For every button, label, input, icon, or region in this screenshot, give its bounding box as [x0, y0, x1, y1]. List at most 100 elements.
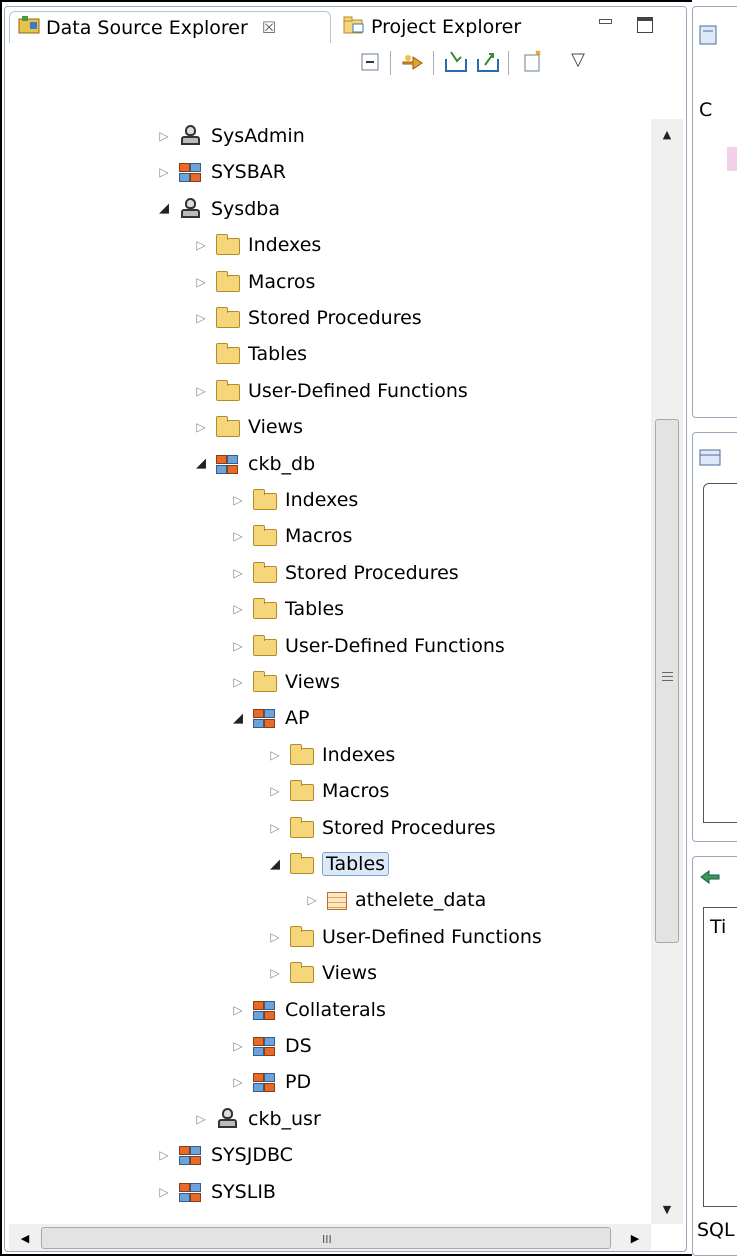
tree-item[interactable]: ▷ Indexes [192, 230, 321, 260]
tab-project-explorer[interactable]: Project Explorer [335, 11, 555, 43]
tree-item[interactable]: ▷ Stored Procedures [192, 303, 422, 333]
folder-icon [290, 853, 314, 874]
import-icon[interactable] [443, 49, 469, 75]
collapsed-arrow-icon[interactable]: ▷ [155, 1146, 173, 1164]
tree-item[interactable]: ▷ Indexes [266, 740, 395, 770]
tree-item-label: Indexes [322, 743, 396, 766]
tree-item-label: DS [285, 1035, 312, 1057]
tree-item[interactable]: ▷ Macros [229, 521, 352, 551]
user-icon [179, 197, 203, 220]
expanded-arrow-icon[interactable]: ◢ [155, 200, 173, 218]
tree-item[interactable]: ▷ SYSLIB [155, 1177, 276, 1207]
expanded-arrow-icon[interactable]: ◢ [229, 709, 247, 727]
tab-data-source-explorer[interactable]: Data Source Explorer ☒ [9, 11, 331, 43]
collapsed-arrow-icon[interactable]: ▷ [192, 309, 210, 327]
folder-icon [253, 598, 277, 620]
tree-item[interactable]: ▷ Views [266, 958, 377, 988]
collapsed-arrow-icon[interactable]: ▷ [266, 819, 284, 837]
collapsed-arrow-icon[interactable]: ▷ [266, 964, 284, 982]
collapsed-arrow-icon[interactable]: ▷ [266, 746, 284, 764]
collapsed-arrow-icon[interactable]: ▷ [155, 1183, 173, 1201]
tree-item[interactable]: ◢ Tables [266, 849, 390, 879]
collapsed-arrow-icon[interactable]: ▷ [192, 273, 210, 291]
editor-icon [699, 25, 719, 50]
export-icon[interactable] [475, 49, 501, 75]
tree-item[interactable]: ▷ User-Defined Functions [266, 922, 542, 952]
tree-item[interactable]: ◢ Sysdba [155, 194, 280, 224]
tree-item[interactable]: ▷ Macros [266, 776, 389, 806]
tree-item-label: User-Defined Functions [248, 379, 468, 402]
tree-item-label: Stored Procedures [322, 816, 496, 839]
tree-item[interactable]: ▷ Stored Procedures [229, 558, 459, 588]
collapsed-arrow-icon[interactable]: ▷ [192, 418, 210, 436]
collapsed-arrow-icon[interactable]: ▷ [229, 673, 247, 691]
view-menu-icon[interactable]: ▽ [565, 49, 591, 75]
tree-item[interactable]: ▷ DS [229, 1031, 312, 1061]
result-panel[interactable] [692, 432, 737, 842]
sql-editor-panel[interactable]: C [692, 6, 737, 418]
tree-item[interactable]: ◢ AP [229, 703, 309, 733]
tree-item-label: Macros [285, 525, 353, 548]
close-icon[interactable]: ☒ [262, 18, 276, 37]
collapsed-arrow-icon[interactable]: ▷ [266, 782, 284, 800]
tree-item[interactable]: ▷ PD [229, 1067, 311, 1097]
folder-icon [216, 307, 240, 328]
collapsed-arrow-icon[interactable]: ▷ [229, 1001, 247, 1019]
vertical-scrollbar[interactable]: ▲ ▼ [651, 119, 683, 1224]
expanded-arrow-icon[interactable]: ◢ [192, 455, 210, 473]
collapsed-arrow-icon[interactable]: ▷ [192, 382, 210, 400]
tree-item[interactable]: ▷ Stored Procedures [266, 813, 496, 843]
collapsed-arrow-icon[interactable]: ▷ [229, 600, 247, 618]
tree-item[interactable]: ▷ Collaterals [229, 995, 386, 1025]
tree-item[interactable]: ▷ User-Defined Functions [192, 376, 468, 406]
minimize-button[interactable] [597, 17, 613, 33]
scroll-up-arrow[interactable]: ▲ [651, 119, 683, 149]
toolbar-separator [433, 51, 434, 75]
scroll-thumb[interactable] [655, 419, 679, 943]
collapsed-arrow-icon[interactable]: ▷ [229, 637, 247, 655]
tree-item-label: Macros [248, 270, 316, 293]
link-icon[interactable] [400, 49, 426, 75]
collapsed-arrow-icon[interactable]: ▷ [266, 928, 284, 946]
tree-item[interactable]: ◢ ckb_db [192, 449, 315, 479]
tree-item[interactable]: ▷ ckb_usr [192, 1104, 321, 1134]
horizontal-scrollbar[interactable]: ◀ III ▶ [9, 1224, 651, 1251]
tree-item[interactable]: ▷ SysAdmin [155, 121, 305, 151]
database-schema-icon [253, 1035, 277, 1057]
folder-icon [216, 379, 240, 401]
collapse-all-icon[interactable] [357, 49, 383, 75]
collapsed-arrow-icon[interactable]: ▷ [229, 1073, 247, 1091]
collapsed-arrow-icon[interactable]: ▷ [229, 491, 247, 509]
collapsed-arrow-icon[interactable]: ▷ [229, 564, 247, 582]
scroll-left-arrow[interactable]: ◀ [11, 1224, 39, 1251]
expanded-arrow-icon[interactable]: ◢ [266, 855, 284, 873]
new-icon[interactable] [520, 49, 546, 75]
tree-item[interactable]: ▷ User-Defined Functions [229, 631, 505, 661]
history-panel[interactable]: Ti SQL [692, 856, 737, 1256]
maximize-button[interactable] [637, 17, 653, 33]
collapsed-arrow-icon[interactable]: ▷ [155, 127, 173, 145]
tree-item[interactable]: ▷ athelete_data [303, 885, 486, 915]
collapsed-arrow-icon[interactable]: ▷ [229, 527, 247, 545]
tree-item[interactable]: ▷ Macros [192, 267, 315, 297]
collapsed-arrow-icon[interactable]: ▷ [155, 163, 173, 181]
horizontal-scroll-thumb[interactable]: III [41, 1227, 611, 1249]
tree-item[interactable]: ▷ Views [192, 412, 303, 442]
collapsed-arrow-icon[interactable]: ▷ [192, 236, 210, 254]
scroll-right-arrow[interactable]: ▶ [621, 1224, 649, 1251]
tree-item-label: Views [248, 416, 303, 439]
folder-icon [290, 816, 314, 838]
scroll-down-arrow[interactable]: ▼ [651, 1194, 683, 1224]
tree-item-label: SYSLIB [211, 1180, 276, 1203]
collapsed-arrow-icon[interactable]: ▷ [303, 891, 321, 909]
table-icon [327, 892, 347, 911]
tree-item[interactable]: ▷ SYSJDBC [155, 1140, 293, 1170]
tree-item[interactable]: Tables [192, 339, 307, 369]
collapsed-arrow-icon[interactable]: ▷ [192, 1110, 210, 1128]
tree-item[interactable]: ▷ Tables [229, 594, 344, 624]
tree-item-label: Views [322, 962, 377, 985]
tree-item[interactable]: ▷ SYSBAR [155, 157, 286, 187]
collapsed-arrow-icon[interactable]: ▷ [229, 1037, 247, 1055]
tree-item[interactable]: ▷ Indexes [229, 485, 358, 515]
tree-item[interactable]: ▷ Views [229, 667, 340, 697]
